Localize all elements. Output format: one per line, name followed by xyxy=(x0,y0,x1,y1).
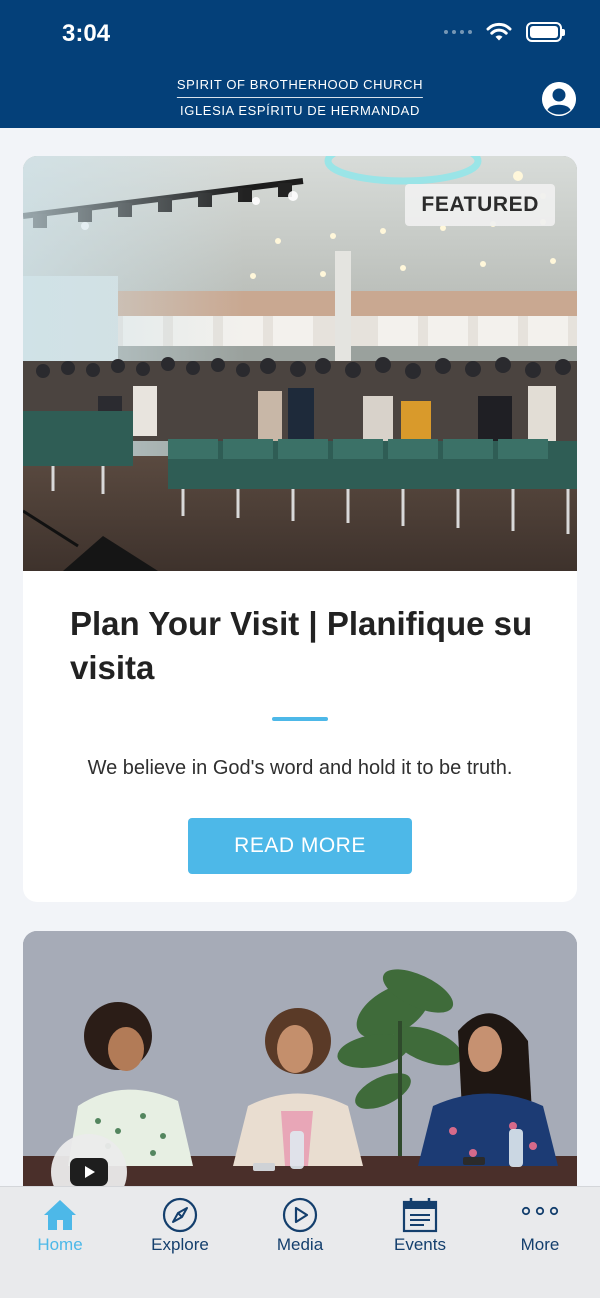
read-more-button[interactable]: READ MORE xyxy=(188,818,412,874)
church-logo: SPIRIT OF BROTHERHOOD CHURCH IGLESIA ESP… xyxy=(176,77,424,118)
home-icon xyxy=(44,1200,76,1230)
brand-line-spanish: IGLESIA ESPÍRITU DE HERMANDAD xyxy=(180,103,420,118)
person-circle-icon xyxy=(542,82,576,116)
featured-badge: FEATURED xyxy=(405,184,555,226)
tab-more[interactable]: More xyxy=(480,1187,600,1298)
video-card[interactable] xyxy=(23,931,577,1211)
title-divider xyxy=(272,717,328,721)
app-header: 3:04 SPIRIT OF BROTHERHOOD CHURCH IGLESI… xyxy=(0,0,600,128)
tab-label: Events xyxy=(394,1235,446,1254)
youtube-play-icon xyxy=(70,1158,108,1186)
card-description: We believe in God's word and hold it to … xyxy=(87,757,513,779)
status-icons xyxy=(444,22,565,42)
play-circle-icon xyxy=(282,1197,318,1233)
card-title[interactable]: Plan Your Visit | Planifique su visita xyxy=(70,602,540,690)
bottom-tab-bar: Home Explore Media Events More xyxy=(0,1186,600,1298)
wifi-icon xyxy=(486,22,512,41)
status-time: 3:04 xyxy=(62,20,111,47)
more-dots-icon xyxy=(521,1206,559,1216)
tab-explore[interactable]: Explore xyxy=(120,1187,240,1298)
tab-label: Media xyxy=(276,1235,324,1254)
featured-card[interactable]: FEATURED Plan Your Visit | Planifique su… xyxy=(23,156,577,902)
tab-label: Explore xyxy=(151,1235,209,1254)
tab-label: More xyxy=(520,1235,560,1254)
calendar-icon xyxy=(402,1198,438,1233)
tab-home[interactable]: Home xyxy=(0,1187,120,1298)
app-screen: 3:04 SPIRIT OF BROTHERHOOD CHURCH IGLESI… xyxy=(0,0,600,1298)
brand-line-english: SPIRIT OF BROTHERHOOD CHURCH xyxy=(176,77,424,98)
profile-button[interactable] xyxy=(542,82,576,116)
tab-events[interactable]: Events xyxy=(360,1187,480,1298)
featured-image: FEATURED xyxy=(23,156,577,571)
tab-label: Home xyxy=(37,1235,83,1254)
compass-icon xyxy=(162,1197,198,1233)
video-thumbnail[interactable] xyxy=(23,931,577,1211)
battery-icon xyxy=(526,22,565,42)
tab-media[interactable]: Media xyxy=(240,1187,360,1298)
signal-icon xyxy=(444,30,472,34)
